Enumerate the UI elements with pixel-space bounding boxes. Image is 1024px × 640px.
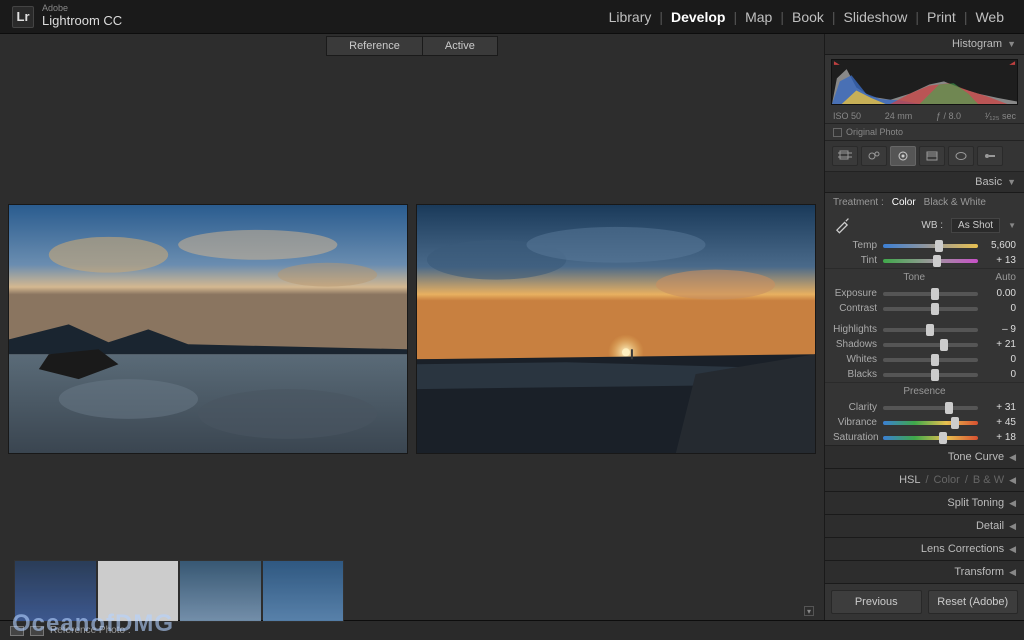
action-buttons: Previous Reset (Adobe)	[825, 584, 1024, 620]
tone-curve-panel[interactable]: Tone Curve◀	[825, 446, 1024, 469]
original-photo-toggle[interactable]: Original Photo	[825, 124, 1024, 141]
right-panel: Histogram▼ ISO 50 24 mm ƒ / 8.0 ¹⁄₁₂₅ se…	[824, 34, 1024, 620]
treatment-row: Treatment : Color Black & White	[825, 193, 1024, 212]
chevron-left-icon: ◀	[1009, 452, 1016, 463]
brand: Adobe Lightroom CC	[42, 4, 122, 28]
presence-subhead: Presence	[825, 382, 1024, 400]
vibrance-slider[interactable]: Vibrance+ 45	[825, 415, 1024, 430]
wb-select[interactable]: As Shot	[951, 218, 1000, 233]
detail-panel[interactable]: Detail◀	[825, 515, 1024, 538]
thumb[interactable]	[180, 561, 261, 621]
chevron-left-icon: ◀	[1009, 567, 1016, 578]
tab-reference[interactable]: Reference	[326, 36, 423, 56]
histogram[interactable]	[831, 59, 1018, 105]
wb-dropper-icon[interactable]	[833, 216, 851, 234]
gradient-tool[interactable]	[919, 146, 945, 166]
highlights-slider[interactable]: Highlights– 9	[825, 322, 1024, 337]
radial-tool[interactable]	[948, 146, 974, 166]
temp-slider[interactable]: Temp5,600	[825, 238, 1024, 253]
module-slideshow[interactable]: Slideshow	[836, 9, 916, 25]
chevron-left-icon: ◀	[1009, 544, 1016, 555]
chevron-left-icon: ◀	[1009, 521, 1016, 532]
treatment-color[interactable]: Color	[892, 197, 916, 208]
reset-button[interactable]: Reset (Adobe)	[928, 590, 1019, 614]
chevron-left-icon: ◀	[1009, 475, 1016, 486]
basic-header[interactable]: Basic▼	[825, 172, 1024, 193]
reference-image[interactable]	[8, 204, 408, 454]
hsl-panel[interactable]: HSL/Color/B & W◀	[825, 469, 1024, 492]
tone-subhead: ToneAuto	[825, 268, 1024, 286]
module-print[interactable]: Print	[919, 9, 964, 25]
module-book[interactable]: Book	[784, 9, 832, 25]
auto-tone[interactable]: Auto	[995, 272, 1016, 283]
basic-section: Treatment : Color Black & White WB : As …	[825, 193, 1024, 446]
focal-label: 24 mm	[885, 111, 913, 121]
module-picker: Library| Develop| Map| Book| Slideshow| …	[601, 9, 1012, 25]
tool-strip	[825, 141, 1024, 172]
app-logo: Lr	[12, 6, 34, 28]
transform-panel[interactable]: Transform◀	[825, 561, 1024, 584]
brand-name: Lightroom CC	[42, 14, 122, 28]
chevron-down-icon: ▼	[1007, 177, 1016, 187]
chevron-down-icon: ▼	[1007, 39, 1016, 49]
viewer: Reference Active	[0, 34, 824, 620]
contrast-slider[interactable]: Contrast0	[825, 301, 1024, 316]
saturation-slider[interactable]: Saturation+ 18	[825, 430, 1024, 445]
module-library[interactable]: Library	[601, 9, 660, 25]
shutter-label: ¹⁄₁₂₅ sec	[985, 111, 1016, 121]
active-image[interactable]	[416, 204, 816, 454]
blacks-slider[interactable]: Blacks0	[825, 367, 1024, 382]
treatment-bw[interactable]: Black & White	[924, 197, 986, 208]
main-area: Reference Active	[0, 34, 1024, 620]
brush-tool[interactable]	[977, 146, 1003, 166]
aperture-label: ƒ / 8.0	[936, 111, 961, 121]
previous-button[interactable]: Previous	[831, 590, 922, 614]
module-web[interactable]: Web	[967, 9, 1012, 25]
top-bar: Lr Adobe Lightroom CC Library| Develop| …	[0, 0, 1024, 34]
watermark: OceanofDMG	[12, 610, 174, 638]
soft-proof-dropdown[interactable]: ▾	[804, 606, 814, 616]
lens-corrections-panel[interactable]: Lens Corrections◀	[825, 538, 1024, 561]
redeye-tool[interactable]	[890, 146, 916, 166]
clarity-slider[interactable]: Clarity+ 31	[825, 400, 1024, 415]
chevron-left-icon: ◀	[1009, 498, 1016, 509]
tint-slider[interactable]: Tint+ 13	[825, 253, 1024, 268]
shadows-slider[interactable]: Shadows+ 21	[825, 337, 1024, 352]
spot-tool[interactable]	[861, 146, 887, 166]
tab-active[interactable]: Active	[422, 36, 498, 56]
module-develop[interactable]: Develop	[663, 9, 733, 25]
histogram-meta: ISO 50 24 mm ƒ / 8.0 ¹⁄₁₂₅ sec	[825, 109, 1024, 124]
checkbox-icon	[833, 128, 842, 137]
crop-tool[interactable]	[832, 146, 858, 166]
exposure-slider[interactable]: Exposure0.00	[825, 286, 1024, 301]
split-toning-panel[interactable]: Split Toning◀	[825, 492, 1024, 515]
image-row	[0, 56, 824, 602]
iso-label: ISO 50	[833, 111, 861, 121]
histogram-header[interactable]: Histogram▼	[825, 34, 1024, 55]
thumb[interactable]	[263, 561, 344, 621]
view-tabs: Reference Active	[0, 34, 824, 56]
module-map[interactable]: Map	[737, 9, 780, 25]
whites-slider[interactable]: Whites0	[825, 352, 1024, 367]
wb-row: WB : As Shot▼	[825, 212, 1024, 238]
